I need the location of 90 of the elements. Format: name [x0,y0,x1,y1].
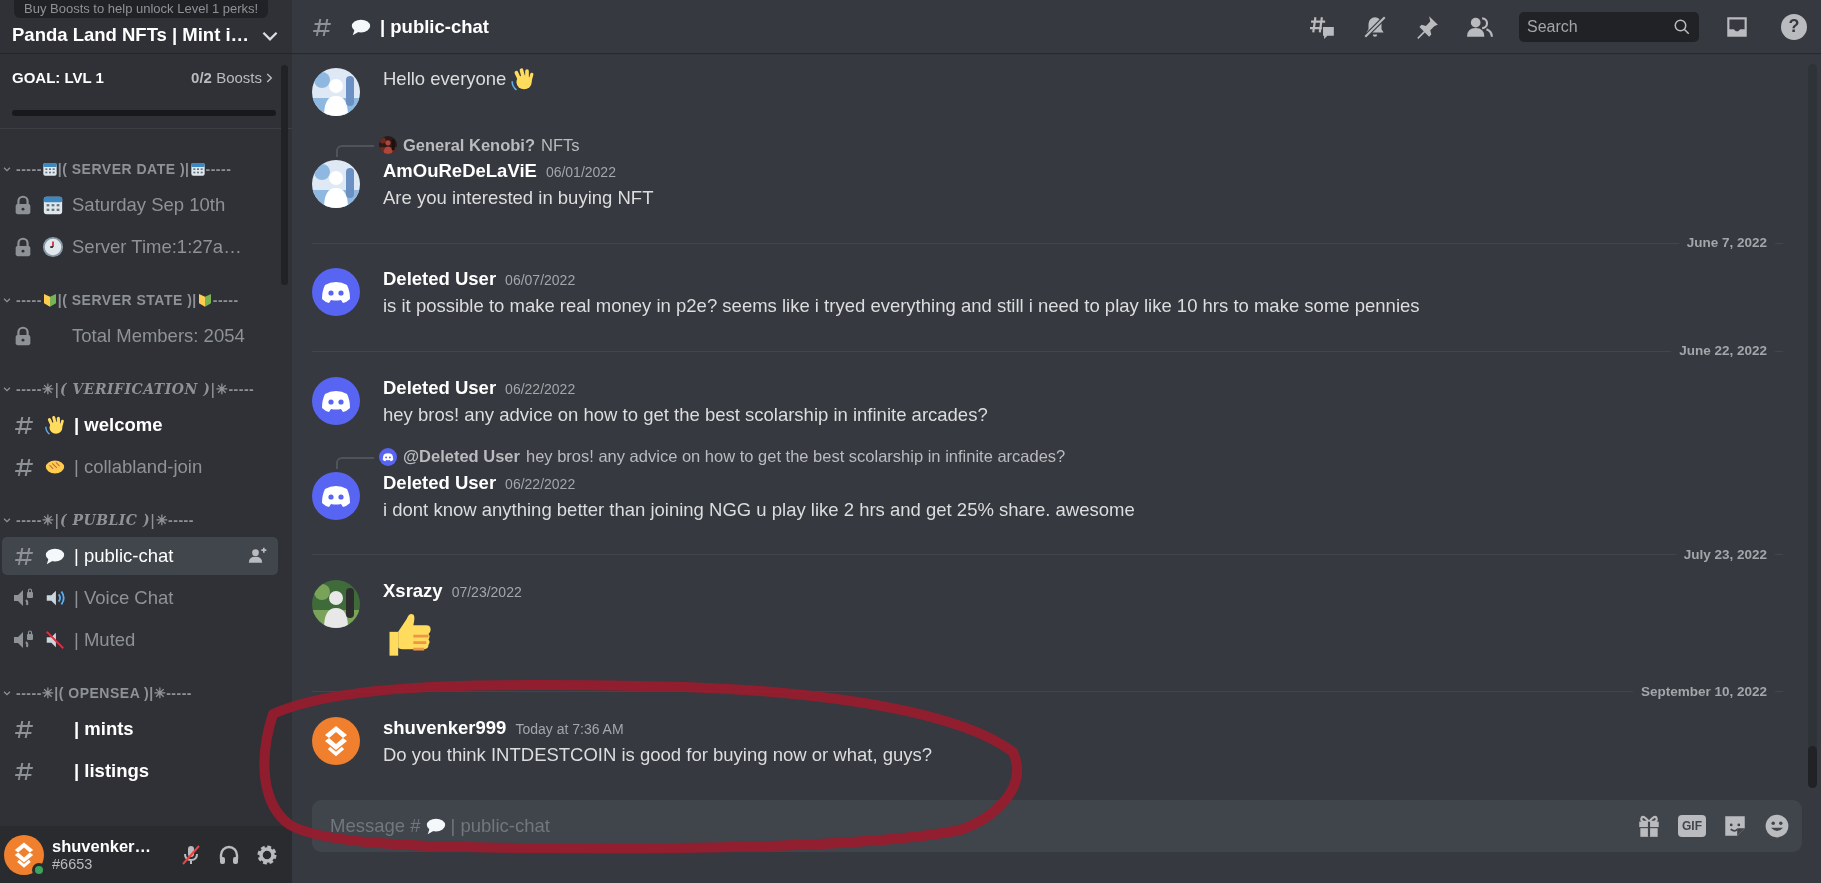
username[interactable]: Deleted User [383,373,497,401]
default-avatar-icon [312,376,360,425]
channel-item[interactable]: Total Members: 2054 [2,316,278,355]
category-name[interactable]: |( SERVER DATE )| [57,158,190,180]
category-chevron-icon [2,515,12,525]
timestamp: Today at 7:36 AM [515,720,624,739]
category-divider-text: ✳----- [155,510,194,528]
channel-item[interactable]: | collabland-join [2,447,278,486]
channel-item[interactable]: | welcome [2,405,278,444]
boost-count[interactable]: 0/2 Boosts [191,67,262,90]
channel-item[interactable]: | listings [2,751,278,790]
chevron-down-icon [262,31,278,41]
gift-button[interactable] [1636,813,1662,839]
scrollbar-thumb[interactable] [281,65,288,285]
badge-icon [41,292,58,308]
gif-button[interactable]: GIF [1678,815,1706,837]
timestamp: 06/22/2022 [505,474,576,494]
diamond-avatar-icon [4,834,44,875]
default-avatar-icon [312,268,360,317]
reply-line [336,145,374,157]
reply-author[interactable]: @Deleted User [403,444,520,469]
message-text: i dont know anything better than joining NGG u play like 2 hrs and get 25% share. awesome [383,497,1135,522]
category-chevron-icon [2,688,12,698]
category-divider-text: -----✳ [16,379,55,397]
date-divider: June 7, 2022 [1685,234,1768,252]
username: shuvenker… [52,836,153,856]
date-divider: September 10, 2022 [1639,682,1768,701]
category-divider-text: -----✳ [16,683,55,703]
waving-hand-icon [44,413,66,436]
search-input[interactable]: Search [1527,13,1667,40]
sticker-button[interactable] [1722,813,1748,839]
category-divider-text: ----- [16,159,42,179]
timestamp: 06/07/2022 [505,271,576,291]
date-divider: June 22, 2022 [1678,342,1768,361]
search-field[interactable]: Search [1519,11,1699,42]
category-divider-text: -----✳ [16,510,55,528]
message-text: hey bros! any advice on how to get the best scolarship in infinite arcades? [383,402,988,427]
message-text: Hello everyone [383,67,507,91]
category-divider-text: ✳----- [215,379,255,397]
category-chevron-icon [2,384,12,394]
category-name[interactable]: |( VERIFICATION )| [54,378,216,400]
channel-item[interactable]: | Muted [2,620,278,659]
boost-goal: GOAL: LVL 1 [12,68,104,88]
reply-text[interactable]: hey bros! any advice on how to get the best scolarship in infinite arcades? [525,444,1066,469]
timestamp: 06/01/2022 [545,163,616,182]
search-icon[interactable] [1673,17,1691,36]
category-divider-text: ✳----- [153,683,192,703]
reply-line [336,456,374,469]
category-divider-text: ----- [212,290,239,310]
username[interactable]: Deleted User [383,265,497,293]
category-chevron-icon [2,295,12,305]
channel-item[interactable]: | mints [2,709,278,748]
date-divider: July 23, 2022 [1682,545,1768,564]
category-name[interactable]: |( OPENSEA )| [54,682,154,704]
badge-icon [196,292,213,308]
message-text: Do you think INTDESTCOIN is good for buying now or what, guys? [383,743,933,767]
diamond-avatar-icon [312,717,360,765]
category-chevron-icon [2,164,12,174]
scrollbar[interactable] [1808,64,1817,788]
clock-icon [42,235,64,258]
reply-text[interactable]: NFTs [541,132,580,158]
timestamp: 06/22/2022 [505,379,576,399]
reply-author[interactable]: General Kenobi? [403,132,536,158]
user-tag: #6653 [52,855,170,873]
help-button[interactable]: ? [1781,13,1807,40]
bell-slash-icon [1362,13,1388,40]
default-avatar-icon [312,471,360,520]
message-text: Are you interested in buying NFT [383,186,654,210]
username[interactable]: shuvenker999 [383,714,507,741]
channel-title: | public-chat [380,14,489,39]
category-name[interactable]: |( SERVER STATE )| [57,289,197,311]
category-divider-text: ----- [16,290,42,310]
category-name[interactable]: |( PUBLIC )| [54,509,156,531]
username[interactable]: Deleted User [383,468,497,496]
tooltip: Buy Boosts to help unlock Level 1 perks! [14,0,269,18]
add-member-icon[interactable] [248,545,268,566]
channel-item[interactable]: | public-chat [2,536,278,575]
emoji-button[interactable] [1764,813,1790,839]
channel-item[interactable]: Saturday Sep 10th [2,185,278,224]
timestamp: 07/23/2022 [451,582,522,602]
username[interactable]: Xsrazy [383,576,443,604]
category-divider-text: ----- [205,159,232,179]
message-text: is it possible to make real money in p2e? seems like i tryed everything and still i need to play like 10 hrs to make some pennies [383,294,1420,319]
calendar-icon [189,161,206,177]
channel-item[interactable]: | Voice Chat [2,578,278,617]
channel-item[interactable]: Server Time:1:27a… [2,227,278,266]
default-avatar-icon [379,447,397,466]
muted-speaker-icon [44,628,66,651]
username[interactable]: AmOuReDeLaViE [383,157,537,184]
calendar-icon [41,161,58,177]
